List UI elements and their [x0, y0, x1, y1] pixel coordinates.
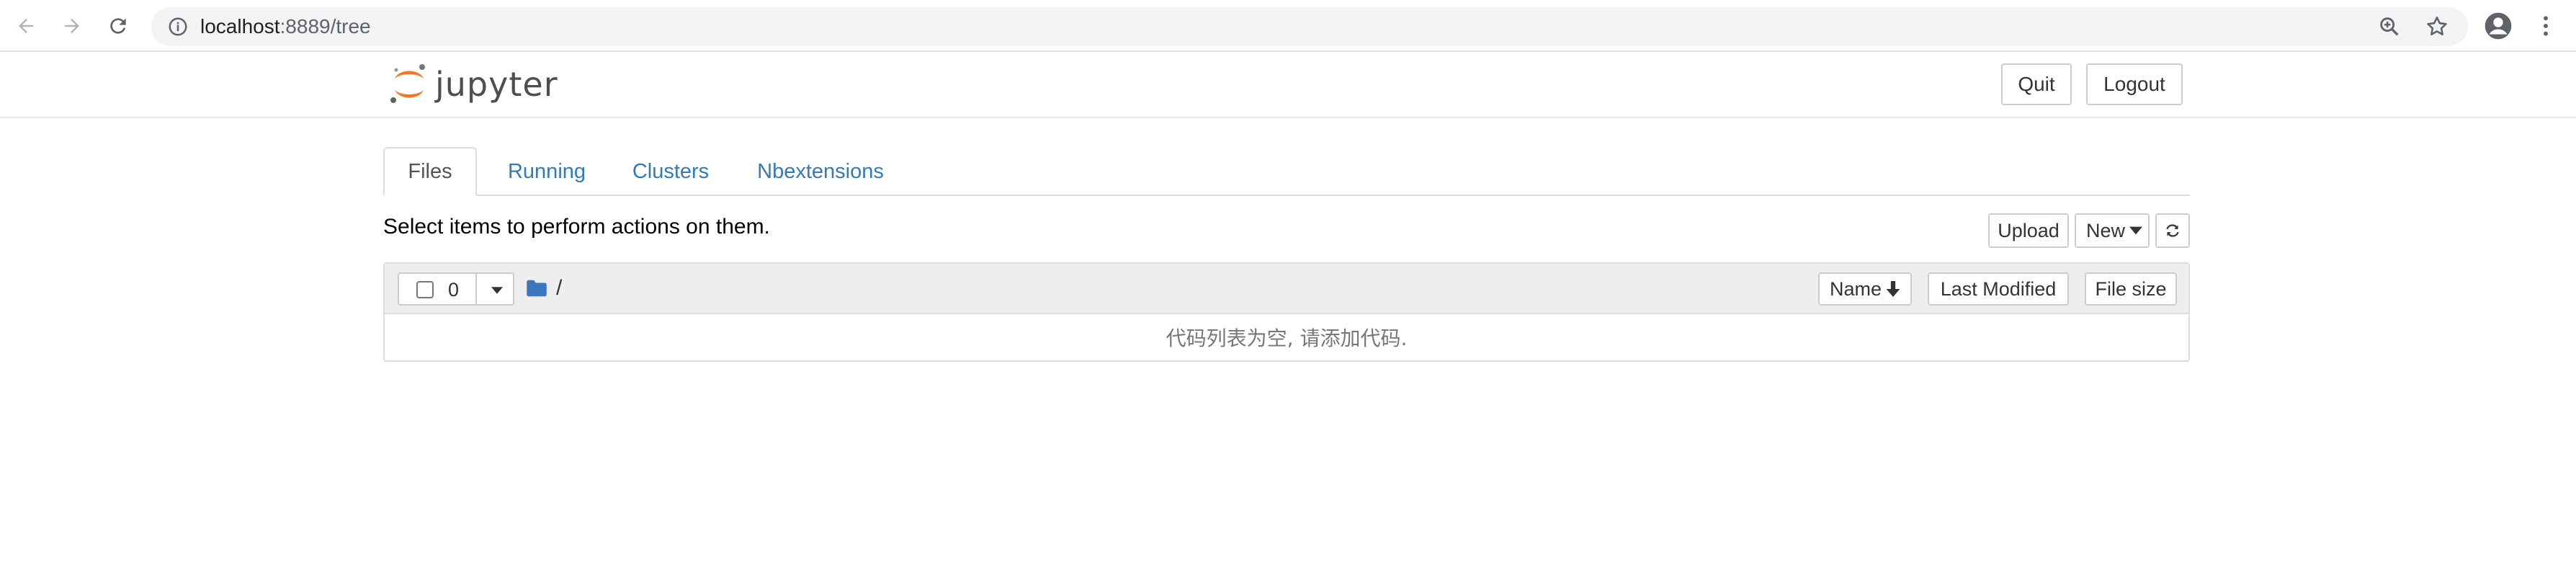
zoom-icon[interactable] — [2377, 14, 2402, 39]
tab-clusters[interactable]: Clusters — [618, 147, 723, 196]
browser-toolbar: localhost:8889/tree — [0, 0, 2576, 52]
info-icon[interactable] — [167, 16, 189, 37]
address-bar[interactable]: localhost:8889/tree — [151, 7, 2468, 46]
url-host: localhost — [200, 15, 280, 37]
quit-button[interactable]: Quit — [2001, 63, 2072, 105]
star-icon[interactable] — [2425, 14, 2449, 39]
caret-down-icon — [2129, 226, 2143, 235]
breadcrumb-root[interactable]: / — [556, 276, 562, 301]
file-list-header: 0 / Name Last Modified File size — [385, 264, 2188, 314]
tab-running[interactable]: Running — [490, 147, 604, 196]
empty-list-message: 代码列表为空, 请添加代码. — [1166, 326, 1408, 350]
tab-bar: Files Running Clusters Nbextensions — [383, 147, 2190, 196]
upload-button[interactable]: Upload — [1988, 213, 2069, 248]
folder-icon — [527, 280, 547, 297]
file-list-panel: 0 / Name Last Modified File size 代码列表为空,… — [383, 262, 2190, 362]
select-all-checkbox[interactable] — [416, 281, 434, 298]
col-name-label: Name — [1829, 277, 1882, 300]
jupyter-logo-icon — [390, 64, 425, 103]
selected-count: 0 — [448, 279, 460, 301]
divider — [475, 274, 477, 304]
logout-button[interactable]: Logout — [2086, 63, 2183, 105]
selection-message: Select items to perform actions on them. — [383, 215, 770, 239]
back-arrow-icon[interactable] — [10, 10, 42, 42]
tab-files[interactable]: Files — [383, 147, 477, 196]
reload-icon[interactable] — [102, 10, 134, 42]
sort-by-name-button[interactable]: Name — [1818, 272, 1912, 306]
logo-text: jupyter — [435, 65, 558, 104]
url-path: :8889/tree — [279, 15, 371, 37]
sort-by-modified-button[interactable]: Last Modified — [1928, 272, 2069, 306]
breadcrumb[interactable]: / — [526, 275, 562, 301]
new-label: New — [2086, 219, 2126, 241]
arrow-down-icon — [1886, 281, 1900, 297]
new-dropdown-button[interactable]: New — [2075, 213, 2150, 248]
profile-icon[interactable] — [2482, 10, 2514, 42]
refresh-icon — [2166, 224, 2179, 237]
refresh-button[interactable] — [2155, 213, 2190, 248]
url-text: localhost:8889/tree — [200, 17, 371, 37]
sort-by-size-button[interactable]: File size — [2085, 272, 2177, 306]
tab-nbextensions[interactable]: Nbextensions — [743, 147, 898, 196]
caret-down-icon[interactable] — [491, 287, 503, 294]
jupyter-header — [0, 52, 2576, 118]
select-all-control[interactable]: 0 — [398, 272, 514, 306]
jupyter-logo[interactable]: jupyter — [389, 62, 558, 107]
menu-dots-icon[interactable] — [2530, 10, 2562, 42]
forward-arrow-icon[interactable] — [56, 10, 88, 42]
